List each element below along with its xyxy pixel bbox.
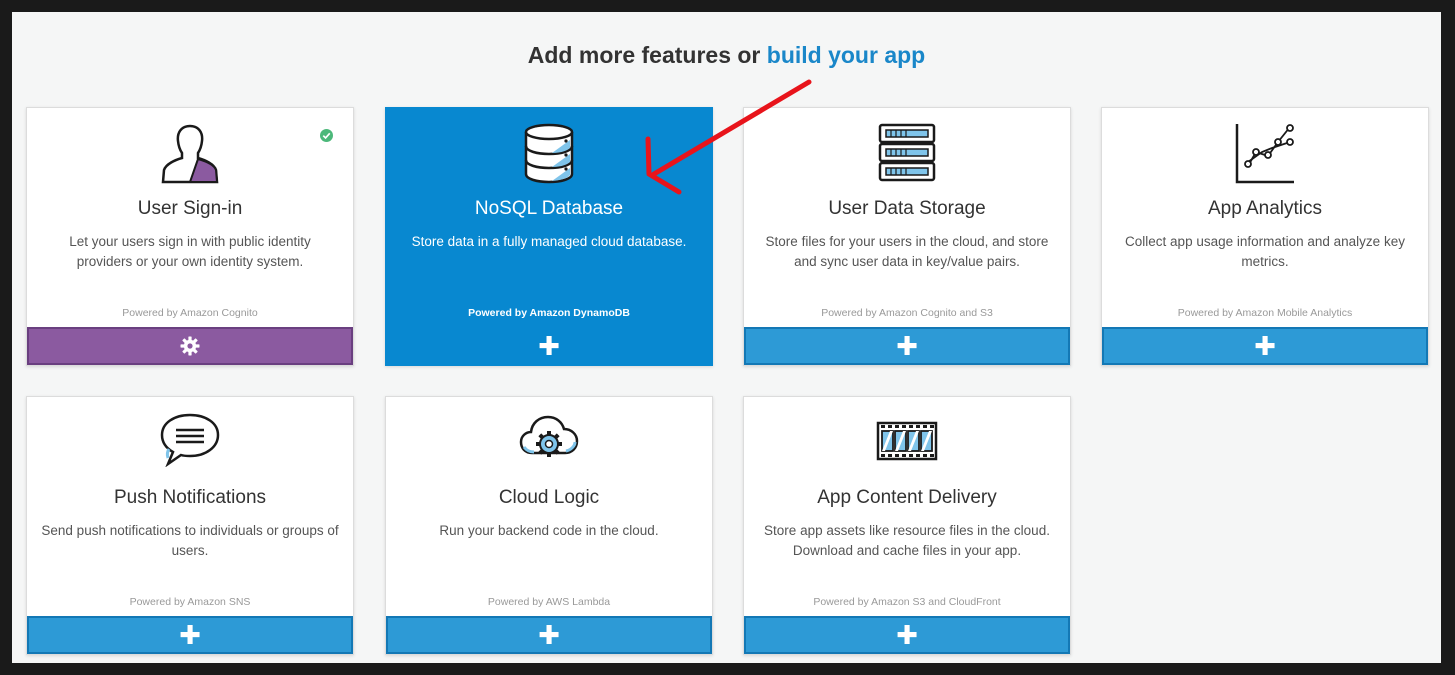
card-user-data-storage[interactable]: User Data Storage Store files for your u… — [743, 107, 1071, 366]
card-powered-by: Powered by Amazon Cognito — [122, 307, 258, 319]
card-title: Push Notifications — [113, 487, 267, 508]
card-app-content-delivery[interactable]: App Content Delivery Store app assets li… — [743, 396, 1071, 655]
card-description: Run your backend code in the cloud. — [439, 523, 659, 538]
card-push-notifications[interactable]: Push Notifications Send push notificatio… — [26, 396, 354, 655]
plus-icon: ✚ — [538, 330, 560, 361]
add-nosql-database-button[interactable]: ✚ — [386, 327, 712, 365]
film-strip-icon — [744, 411, 1070, 473]
page-heading: Add more features or build your app — [12, 42, 1441, 69]
plus-icon: ✚ — [1254, 330, 1276, 361]
card-powered-by: Powered by Amazon Mobile Analytics — [1177, 307, 1353, 319]
add-app-analytics-button[interactable]: ✚ — [1102, 327, 1428, 365]
storage-icon — [744, 122, 1070, 184]
card-powered-by: Powered by Amazon S3 and CloudFront — [813, 596, 1001, 608]
add-app-content-delivery-button[interactable]: ✚ — [744, 616, 1070, 654]
add-cloud-logic-button[interactable]: ✚ — [386, 616, 712, 654]
card-nosql-database[interactable]: NoSQL Database Store data in a fully man… — [385, 107, 713, 366]
card-description: Store files for your users in the cloud,… — [765, 234, 1049, 269]
card-powered-by: Powered by Amazon DynamoDB — [468, 307, 630, 319]
card-title: User Sign-in — [137, 198, 243, 219]
card-title: App Content Delivery — [817, 487, 997, 508]
user-icon — [27, 122, 353, 184]
card-app-analytics[interactable]: App Analytics Collect app usage informat… — [1101, 107, 1429, 366]
analytics-icon — [1102, 122, 1428, 184]
gear-icon — [180, 336, 200, 356]
add-push-notifications-button[interactable]: ✚ — [27, 616, 353, 654]
card-description: Store app assets like resource files in … — [764, 523, 1050, 558]
card-title: NoSQL Database — [474, 198, 624, 219]
card-description: Store data in a fully managed cloud data… — [411, 234, 687, 249]
card-cloud-logic[interactable]: Cloud Logic Run your backend code in the… — [385, 396, 713, 655]
build-your-app-link[interactable]: build your app — [767, 42, 925, 68]
plus-icon: ✚ — [538, 619, 560, 650]
card-powered-by: Powered by Amazon Cognito and S3 — [821, 307, 993, 319]
card-title: Cloud Logic — [498, 487, 600, 508]
configure-button[interactable] — [27, 327, 353, 365]
plus-icon: ✚ — [896, 330, 918, 361]
features-panel: Add more features or build your app User… — [12, 12, 1441, 663]
plus-icon: ✚ — [179, 619, 201, 650]
heading-text: Add more features or — [527, 42, 767, 68]
card-user-sign-in[interactable]: User Sign-in Let your users sign in with… — [26, 107, 354, 366]
chat-bubble-icon — [27, 411, 353, 473]
card-powered-by: Powered by Amazon SNS — [129, 596, 251, 608]
add-user-data-storage-button[interactable]: ✚ — [744, 327, 1070, 365]
plus-icon: ✚ — [896, 619, 918, 650]
card-title: User Data Storage — [828, 198, 986, 219]
card-description: Send push notifications to individuals o… — [41, 523, 339, 558]
database-icon — [386, 122, 712, 184]
card-description: Collect app usage information and analyz… — [1125, 234, 1405, 269]
card-description: Let your users sign in with public ident… — [69, 234, 311, 269]
card-powered-by: Powered by AWS Lambda — [487, 596, 611, 608]
card-title: App Analytics — [1207, 198, 1323, 219]
cloud-gear-icon — [386, 411, 712, 473]
